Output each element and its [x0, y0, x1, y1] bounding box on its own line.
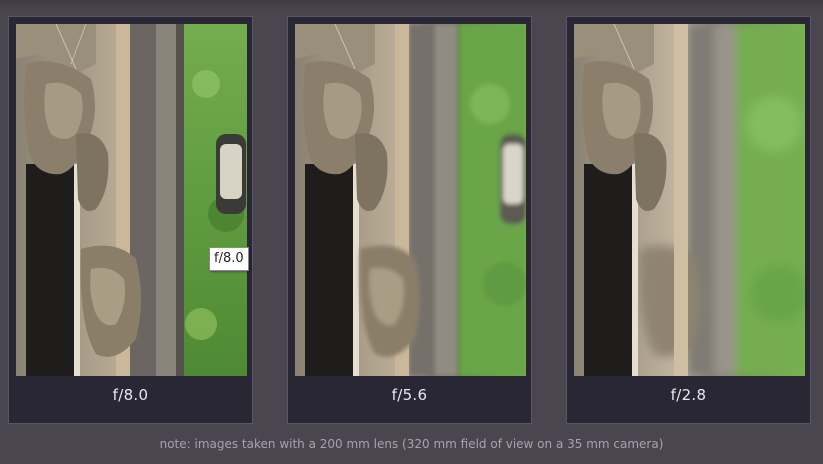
- photo-f5-6[interactable]: [295, 24, 526, 376]
- photo-f8[interactable]: [16, 24, 247, 376]
- top-strip: [0, 0, 823, 14]
- aperture-caption: f/8.0: [112, 386, 149, 404]
- footnote: note: images taken with a 200 mm lens (3…: [159, 437, 664, 451]
- photo-f8-image: [16, 24, 247, 376]
- aperture-caption: f/5.6: [391, 386, 428, 404]
- aperture-panel-f2-8[interactable]: f/2.8: [566, 16, 811, 424]
- aperture-caption: f/2.8: [670, 386, 707, 404]
- photo-f2-8[interactable]: [574, 24, 805, 376]
- photo-f5-6-image: [295, 24, 526, 376]
- aperture-panel-f5-6[interactable]: f/5.6: [287, 16, 532, 424]
- aperture-panel-f8[interactable]: f/8.0 f/8.0: [8, 16, 253, 424]
- photo-f2-8-image: [574, 24, 805, 376]
- tooltip: f/8.0: [209, 247, 249, 271]
